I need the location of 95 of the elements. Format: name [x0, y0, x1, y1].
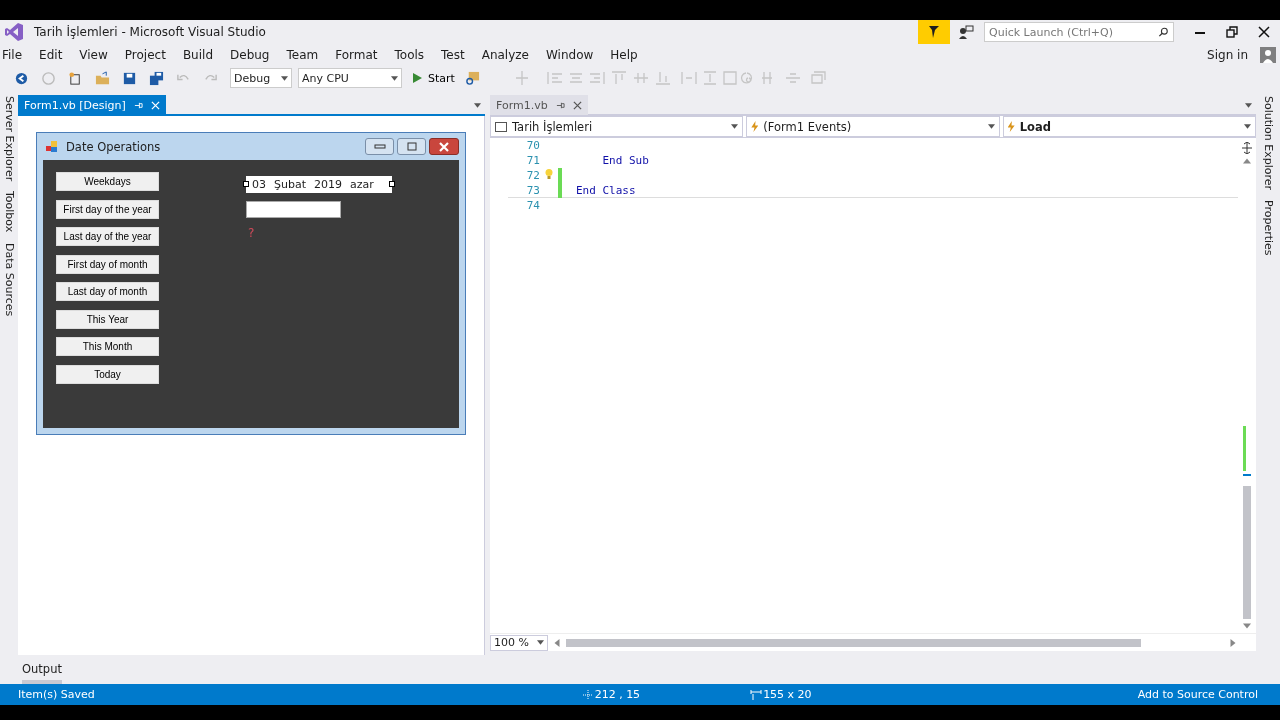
form-icon — [45, 139, 59, 154]
form-button[interactable]: First day of month — [56, 254, 159, 274]
form-title: Date Operations — [66, 139, 161, 154]
menu-item[interactable]: Window — [543, 48, 600, 62]
form-button[interactable]: Last day of the year — [56, 227, 159, 246]
form-button[interactable]: Last day of month — [56, 282, 159, 301]
app-logo-icon — [4, 22, 24, 42]
save-all-icon[interactable] — [149, 70, 164, 86]
start-button[interactable]: Start — [408, 71, 459, 85]
menu-item[interactable]: Edit — [36, 48, 69, 62]
minimize-button[interactable] — [365, 138, 394, 155]
menu-item[interactable]: Help — [607, 48, 644, 62]
object-dropdown[interactable]: (Form1 Events) — [746, 116, 1000, 137]
document-tab[interactable]: Form1.vb — [490, 95, 588, 115]
caret-icon — [391, 75, 398, 81]
resize-handle[interactable] — [243, 181, 249, 187]
window-title: Tarih İşlemleri - Microsoft Visual Studio — [34, 25, 266, 39]
side-tab[interactable]: Properties — [1261, 200, 1275, 256]
menu-item[interactable]: Build — [179, 48, 219, 62]
form-button[interactable]: Today — [56, 364, 159, 384]
cursor-position: 212 , 15 — [594, 688, 641, 701]
close-icon — [439, 141, 449, 152]
menu-item[interactable]: Analyze — [478, 48, 535, 62]
size-icon — [750, 688, 763, 701]
close-button[interactable] — [429, 138, 459, 155]
chat-icon[interactable] — [958, 24, 974, 40]
save-icon[interactable] — [122, 70, 137, 86]
platform-dropdown[interactable]: Any CPU — [298, 68, 402, 88]
caret-icon — [537, 640, 544, 645]
code-line: End Class — [576, 183, 636, 197]
lightning-icon — [1007, 121, 1015, 132]
source-control-button[interactable]: Add to Source Control — [1137, 688, 1258, 701]
menu-item[interactable]: Debug — [227, 48, 276, 62]
date-picker[interactable]: 03 Şubat 2019 azar — [246, 176, 392, 193]
back-icon[interactable] — [14, 70, 29, 86]
caret-marker — [1243, 474, 1251, 476]
feedback-button[interactable] — [918, 20, 950, 44]
scroll-down-icon[interactable] — [1243, 623, 1251, 629]
close-icon[interactable] — [1258, 26, 1270, 38]
scroll-thumb[interactable] — [1243, 486, 1251, 619]
zoom-dropdown[interactable]: 100 % — [490, 634, 548, 651]
menu-item[interactable]: Tools — [391, 48, 431, 62]
line-number: 71 — [525, 154, 540, 167]
line-number: 74 — [525, 199, 540, 212]
side-tab[interactable]: Solution Explorer — [1261, 96, 1275, 191]
caret-icon[interactable] — [1245, 102, 1252, 108]
menu-item[interactable]: View — [76, 48, 114, 62]
caret-icon — [731, 124, 739, 129]
pin-icon[interactable] — [555, 100, 565, 110]
lightning-icon — [751, 121, 759, 132]
maximize-icon — [406, 142, 417, 151]
caret-icon — [987, 124, 995, 129]
scroll-left-icon[interactable] — [554, 638, 560, 647]
account-icon[interactable] — [1260, 47, 1276, 63]
minimize-icon — [373, 143, 386, 150]
form-button[interactable]: First day of the year — [56, 199, 159, 219]
event-dropdown[interactable]: Load — [1002, 116, 1256, 137]
line-number: 70 — [525, 139, 540, 152]
menu-item[interactable]: Team — [283, 48, 325, 62]
caret-icon[interactable] — [474, 102, 481, 108]
project-dropdown[interactable]: Tarih İşlemleri — [490, 116, 744, 137]
form-button[interactable]: Weekdays — [56, 172, 159, 191]
code-line: End Sub — [601, 154, 649, 167]
side-tab[interactable]: Data Sources — [2, 242, 16, 316]
scroll-right-icon[interactable] — [1230, 638, 1236, 647]
menu-item[interactable]: Format — [332, 48, 384, 62]
play-icon — [412, 73, 422, 83]
module-icon — [495, 121, 507, 132]
scroll-up-icon[interactable] — [1243, 158, 1251, 164]
sign-in-link[interactable]: Sign in — [1207, 48, 1248, 62]
scroll-thumb[interactable] — [566, 638, 1141, 647]
error-provider-mark: ? — [248, 226, 255, 240]
menu-item[interactable]: Project — [121, 48, 172, 62]
caret-icon — [281, 75, 288, 81]
new-project-icon[interactable] — [68, 70, 83, 86]
position-icon — [581, 688, 594, 701]
form-button[interactable]: This Month — [56, 337, 159, 356]
form-button[interactable]: This Year — [56, 309, 159, 329]
line-number: 73 — [525, 183, 540, 197]
line-number: 72 — [525, 169, 540, 182]
side-tab[interactable]: Server Explorer — [2, 96, 16, 182]
change-marker — [1243, 426, 1246, 471]
side-tab[interactable]: Toolbox — [2, 191, 16, 233]
flag-icon — [928, 25, 940, 39]
split-icon[interactable] — [1241, 142, 1253, 154]
open-folder-icon[interactable] — [95, 70, 110, 86]
menu-item[interactable]: Test — [438, 48, 471, 62]
find-icon[interactable] — [464, 70, 480, 86]
caret-icon — [1244, 124, 1251, 129]
restore-icon[interactable] — [1226, 26, 1238, 38]
menu-item[interactable]: File — [0, 48, 29, 62]
control-size: 155 x 20 — [763, 688, 812, 701]
status-message: Item(s) Saved — [18, 688, 95, 701]
resize-handle[interactable] — [389, 181, 395, 187]
configuration-dropdown[interactable]: Debug — [230, 68, 292, 88]
